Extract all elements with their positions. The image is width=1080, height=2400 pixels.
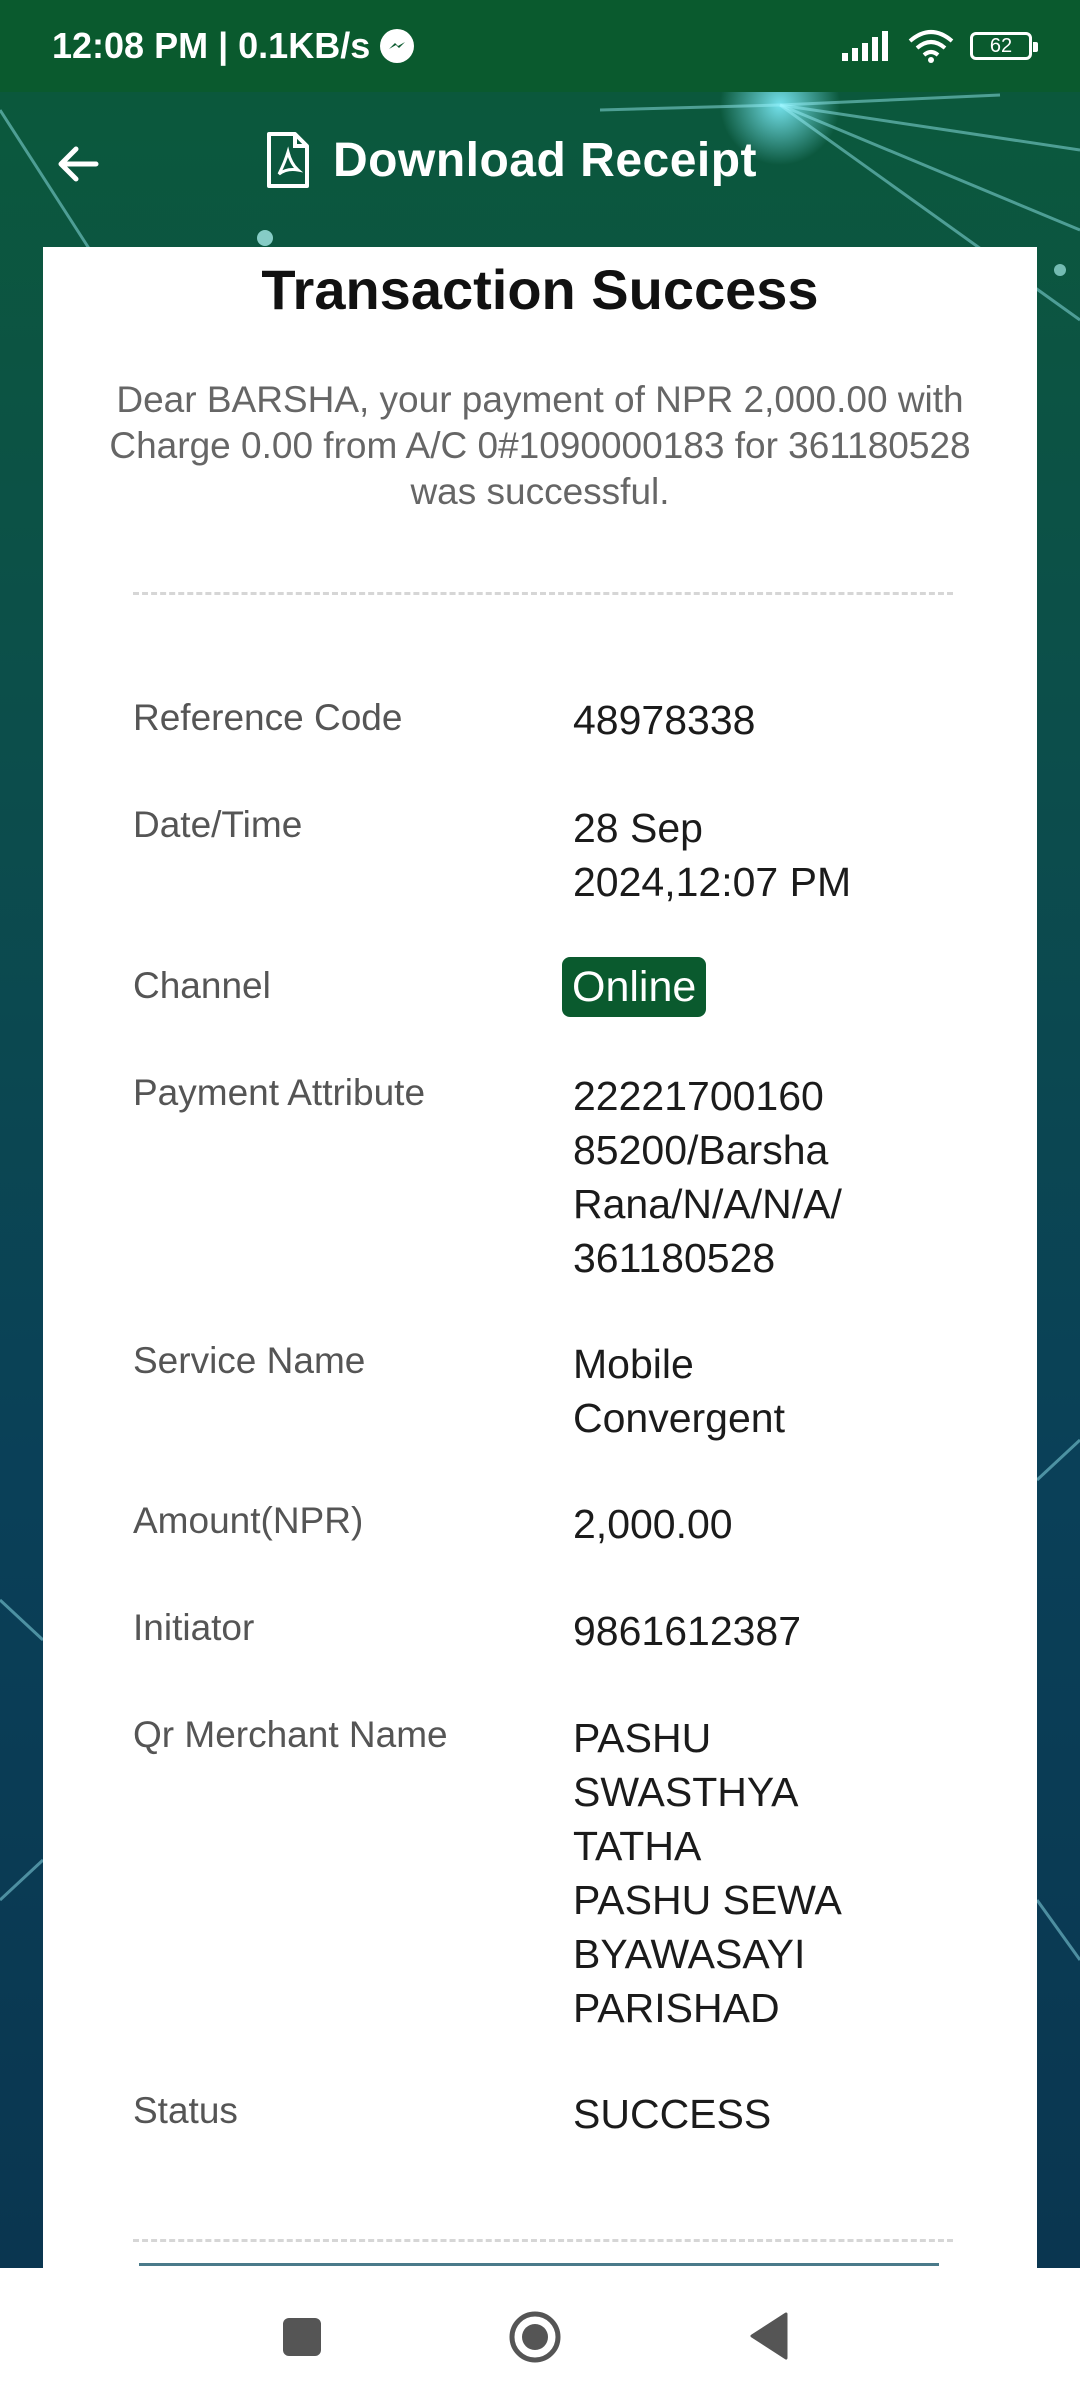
arrow-left-icon[interactable] (52, 138, 104, 190)
row-value-line: 2024,12:07 PM (573, 859, 852, 905)
row-label: Status (133, 2090, 238, 2131)
back-triangle-icon[interactable] (748, 2312, 788, 2360)
receipt-card: Transaction Success Dear BARSHA, your pa… (43, 247, 1037, 2268)
row-value-line: 22221700160 (573, 1073, 824, 1119)
row-value: 9861612387 (573, 1608, 802, 1654)
app-header: Download Receipt (0, 92, 1080, 247)
row-label: Amount(NPR) (133, 1500, 364, 1541)
row-value-line: Mobile (573, 1341, 694, 1387)
status-bar: 12:08 PM | 0.1KB/s 62 (0, 0, 1080, 92)
row-label: Channel (133, 965, 271, 1006)
row-value-line: PARISHAD (573, 1985, 780, 2031)
row-value-line: BYAWASAYI (573, 1931, 806, 1977)
row-value-line: PASHU (573, 1715, 712, 1761)
row-label: Qr Merchant Name (133, 1714, 448, 1755)
system-nav-bar (0, 2268, 1080, 2400)
row-label: Date/Time (133, 804, 303, 845)
row-value: 48978338 (573, 697, 756, 743)
home-circle-icon[interactable] (508, 2310, 562, 2364)
receipt-title: Transaction Success (261, 258, 819, 321)
status-time-speed: 12:08 PM | 0.1KB/s (52, 25, 371, 66)
row-label: Initiator (133, 1607, 255, 1648)
battery-level: 62 (989, 34, 1013, 57)
row-label: Service Name (133, 1340, 366, 1381)
row-value-line: 28 Sep (573, 805, 703, 851)
channel-badge: Online (562, 957, 707, 1017)
download-receipt-button[interactable]: Download Receipt (265, 132, 757, 188)
row-value-line: Convergent (573, 1395, 785, 1441)
action-area-edge (139, 2263, 939, 2266)
row-label: Reference Code (133, 697, 403, 738)
row-value-line: SWASTHYA (573, 1769, 799, 1815)
receipt-message: Dear BARSHA, your payment of NPR 2,000.0… (109, 379, 971, 512)
header-title: Download Receipt (333, 133, 758, 187)
row-value-line: PASHU SEWA (573, 1877, 842, 1923)
messenger-icon (380, 29, 415, 63)
row-value: 2,000.00 (573, 1501, 733, 1547)
row-value-line: TATHA (573, 1823, 702, 1869)
status-right: 62 (842, 29, 1038, 63)
row-value: SUCCESS (573, 2091, 772, 2137)
status-left: 12:08 PM | 0.1KB/s (52, 25, 415, 67)
recents-square-icon[interactable] (283, 2318, 321, 2356)
row-value-line: 85200/Barsha (573, 1127, 829, 1173)
battery-indicator: 62 (970, 32, 1038, 60)
signal-icon (842, 31, 888, 61)
row-value-line: 361180528 (573, 1235, 776, 1281)
wifi-icon (908, 30, 954, 63)
row-label: Payment Attribute (133, 1072, 426, 1113)
pdf-file-icon (267, 132, 309, 188)
row-value-line: Rana/N/A/N/A/ (573, 1181, 842, 1227)
divider-bottom (133, 2239, 953, 2242)
divider-top (133, 592, 953, 595)
